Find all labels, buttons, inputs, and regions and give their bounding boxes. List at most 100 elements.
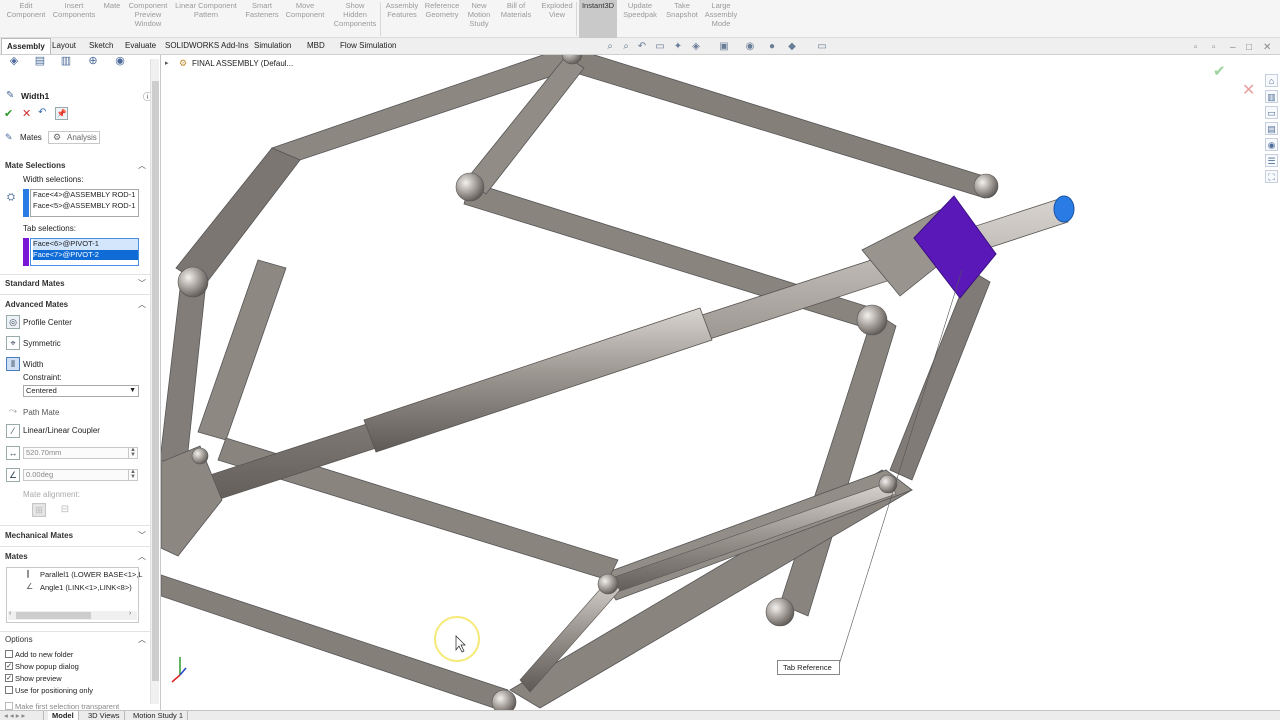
- ball-joint[interactable]: [191, 447, 209, 465]
- apply-scene-icon[interactable]: ◆: [786, 41, 798, 53]
- scroll-left-icon[interactable]: ‹: [9, 610, 11, 617]
- analysis-tab[interactable]: Analysis: [67, 133, 97, 142]
- collapse-chevron-icon[interactable]: ︿: [138, 298, 146, 312]
- maximize-icon[interactable]: □: [1246, 42, 1252, 53]
- mate-button[interactable]: Mate: [100, 0, 124, 38]
- scrollbar-thumb[interactable]: [152, 81, 159, 681]
- mates-tab[interactable]: Mates: [20, 133, 42, 142]
- edit-appearance-icon[interactable]: ●: [766, 41, 778, 53]
- distance-input[interactable]: 520.70mm ▲ ▼: [23, 447, 138, 459]
- tab-flow-simulation[interactable]: Flow Simulation: [335, 38, 401, 54]
- show-popup-checkbox[interactable]: ✓: [5, 662, 13, 670]
- show-preview-checkbox[interactable]: ✓: [5, 674, 13, 682]
- tab-model[interactable]: Model: [48, 711, 79, 720]
- ball-joint[interactable]: [597, 573, 619, 595]
- confirmation-ok-icon[interactable]: ✔: [1213, 62, 1226, 80]
- list-item[interactable]: Face<6>@PIVOT-1: [33, 239, 138, 250]
- reference-geometry-button[interactable]: Reference Geometry: [422, 0, 462, 38]
- linear-coupler-option[interactable]: Linear/Linear Coupler: [23, 426, 100, 435]
- tab-mbd[interactable]: MBD: [302, 38, 330, 54]
- list-item[interactable]: Face<7>@PIVOT-2: [33, 249, 138, 260]
- mates-list-item[interactable]: Angle1 (LINK<1>,LINK<8>): [40, 583, 132, 592]
- ball-joint[interactable]: [177, 266, 209, 298]
- rod-end[interactable]: [1053, 195, 1075, 223]
- graphics-area[interactable]: [161, 55, 1280, 710]
- linear-component-pattern-button[interactable]: Linear Component Pattern: [172, 0, 240, 38]
- pivot-block[interactable]: [161, 445, 223, 557]
- configuration-manager-tab-icon[interactable]: ▥: [58, 54, 74, 68]
- anti-aligned-icon[interactable]: ⊟: [58, 503, 72, 517]
- collapse-chevron-icon[interactable]: ︿: [138, 159, 146, 173]
- options-section[interactable]: Options ︿: [0, 633, 150, 647]
- tab-layout[interactable]: Layout: [47, 38, 81, 54]
- link-bar[interactable]: [779, 311, 897, 617]
- symmetric-option[interactable]: Symmetric: [23, 339, 61, 348]
- link-bar[interactable]: [197, 259, 287, 441]
- restore-icon[interactable]: ▫: [1194, 42, 1198, 53]
- edit-component-button[interactable]: Edit Component: [4, 0, 48, 38]
- symmetric-icon[interactable]: ⌖: [6, 336, 20, 350]
- add-to-folder-checkbox[interactable]: [5, 650, 13, 658]
- tab-selections-list[interactable]: Face<6>@PIVOT-1 Face<7>@PIVOT-2: [30, 238, 139, 266]
- width-mate-icon[interactable]: ⫴: [6, 357, 20, 371]
- show-hidden-components-button[interactable]: Show Hidden Components: [332, 0, 378, 38]
- component-preview-window-button[interactable]: Component Preview Window: [126, 0, 170, 38]
- angle-input[interactable]: 0.00deg ▲ ▼: [23, 469, 138, 481]
- expand-chevron-icon[interactable]: ﹀: [138, 277, 146, 291]
- tab-evaluate[interactable]: Evaluate: [120, 38, 161, 54]
- mechanical-mates-section[interactable]: Mechanical Mates ﹀: [0, 529, 150, 543]
- rod-sleeve[interactable]: [363, 307, 713, 453]
- aligned-icon[interactable]: ⊞: [32, 503, 46, 517]
- assembly-model-svg[interactable]: [161, 55, 1280, 710]
- zoom-to-fit-icon[interactable]: ⌕: [604, 41, 616, 53]
- hide-show-items-icon[interactable]: ◉: [744, 41, 756, 53]
- panel-scrollbar[interactable]: [150, 59, 159, 704]
- path-mate-option[interactable]: Path Mate: [23, 408, 59, 417]
- profile-center-icon[interactable]: ◎: [6, 315, 20, 329]
- tile-icon[interactable]: ▫: [1212, 42, 1216, 53]
- appearances-icon[interactable]: ◉: [1265, 138, 1278, 151]
- standard-mates-section[interactable]: Standard Mates ﹀: [0, 277, 150, 291]
- minimize-icon[interactable]: –: [1230, 42, 1236, 53]
- ball-joint[interactable]: [455, 172, 485, 202]
- constraint-select[interactable]: Centered ▼: [23, 385, 139, 397]
- large-assembly-mode-button[interactable]: Large Assembly Mode: [702, 0, 740, 38]
- zoom-to-area-icon[interactable]: ⌕: [620, 41, 632, 53]
- tree-expand-icon[interactable]: ▸: [165, 59, 169, 67]
- view-palette-icon[interactable]: ▤: [1265, 122, 1278, 135]
- previous-view-icon[interactable]: ↶: [636, 41, 648, 53]
- spin-arrows-icon[interactable]: ▲ ▼: [128, 447, 137, 458]
- top-plate-face[interactable]: [175, 147, 301, 287]
- dimxpert-tab-icon[interactable]: ⊕: [85, 54, 101, 68]
- tab-assembly[interactable]: Assembly: [1, 38, 51, 54]
- resources-icon[interactable]: ⛶: [1265, 170, 1278, 183]
- mates-section[interactable]: Mates ︿: [0, 550, 150, 564]
- link-bar[interactable]: [161, 271, 207, 471]
- tab-reference-callout[interactable]: Tab Reference: [777, 660, 840, 675]
- tab-solidworks-addins[interactable]: SOLIDWORKS Add-Ins: [160, 38, 254, 54]
- ok-button[interactable]: ✔: [4, 107, 13, 120]
- width-selections-list[interactable]: Face<4>@ASSEMBLY ROD-1 Face<5>@ASSEMBLY …: [30, 189, 139, 217]
- path-mate-icon[interactable]: ⤳: [6, 405, 20, 419]
- section-view-icon[interactable]: ▭: [654, 41, 666, 53]
- update-speedpak-button[interactable]: Update Speedpak: [622, 0, 658, 38]
- property-manager-tab-icon[interactable]: ▤: [32, 54, 48, 68]
- bill-of-materials-button[interactable]: Bill of Materials: [498, 0, 534, 38]
- smart-fasteners-button[interactable]: Smart Fasteners: [242, 0, 282, 38]
- linear-coupler-icon[interactable]: ⁄: [6, 424, 20, 438]
- positioning-only-checkbox[interactable]: [5, 686, 13, 694]
- advanced-mates-section[interactable]: Advanced Mates ︿: [0, 298, 150, 312]
- tab-3d-views[interactable]: 3D Views: [84, 711, 125, 720]
- list-item[interactable]: Face<4>@ASSEMBLY ROD-1: [33, 190, 138, 201]
- move-component-button[interactable]: Move Component: [284, 0, 326, 38]
- mates-list-item[interactable]: Parallel1 (LOWER BASE<1>,L: [40, 570, 143, 579]
- view-settings-icon[interactable]: ▭: [816, 41, 828, 53]
- link-bar[interactable]: [889, 269, 991, 481]
- ball-joint[interactable]: [878, 474, 898, 494]
- collapse-chevron-icon[interactable]: ︿: [138, 633, 146, 647]
- assembly-features-button[interactable]: Assembly Features: [384, 0, 420, 38]
- home-icon[interactable]: ⌂: [1265, 74, 1278, 87]
- spin-arrows-icon[interactable]: ▲ ▼: [128, 469, 137, 480]
- tab-sketch[interactable]: Sketch: [84, 38, 118, 54]
- tab-motion-study[interactable]: Motion Study 1: [129, 711, 189, 720]
